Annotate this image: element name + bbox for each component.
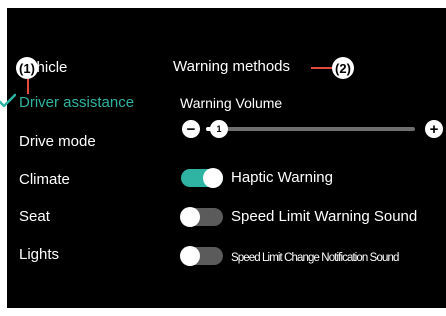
check-icon [0, 93, 16, 107]
toggle-knob [180, 207, 200, 227]
toggle-knob [180, 246, 200, 266]
toggle-knob [203, 168, 223, 188]
speed-limit-warning-sound-toggle[interactable] [180, 207, 223, 227]
sidebar-item-seat[interactable]: Seat [19, 208, 50, 226]
sidebar-item-lights[interactable]: Lights [19, 246, 59, 264]
volume-down-button[interactable]: − [182, 120, 200, 138]
haptic-warning-label: Haptic Warning [231, 169, 333, 186]
slider-value: 1 [216, 123, 222, 134]
callout-1-badge: (1) [16, 57, 38, 79]
volume-up-button[interactable]: + [425, 120, 443, 138]
sidebar-item-drive-mode[interactable]: Drive mode [19, 133, 96, 151]
warning-volume-label: Warning Volume [180, 95, 283, 111]
speed-limit-change-notification-sound-toggle[interactable] [180, 246, 223, 266]
callout-2-badge: (2) [332, 57, 354, 79]
slider-thumb[interactable]: 1 [210, 120, 228, 138]
callout-2-line [311, 67, 333, 69]
sidebar-item-driver-assistance[interactable]: Driver assistance [19, 94, 134, 112]
speed-limit-change-notification-sound-label: Speed Limit Change Notification Sound [231, 252, 399, 264]
sidebar-item-climate[interactable]: Climate [19, 171, 70, 189]
section-title-warning-methods: Warning methods [173, 58, 290, 75]
warning-volume-slider[interactable]: 1 [206, 120, 415, 138]
plus-icon: + [429, 120, 439, 138]
minus-icon: − [186, 120, 196, 138]
speed-limit-warning-sound-label: Speed Limit Warning Sound [231, 208, 418, 225]
haptic-warning-toggle[interactable] [181, 168, 223, 188]
